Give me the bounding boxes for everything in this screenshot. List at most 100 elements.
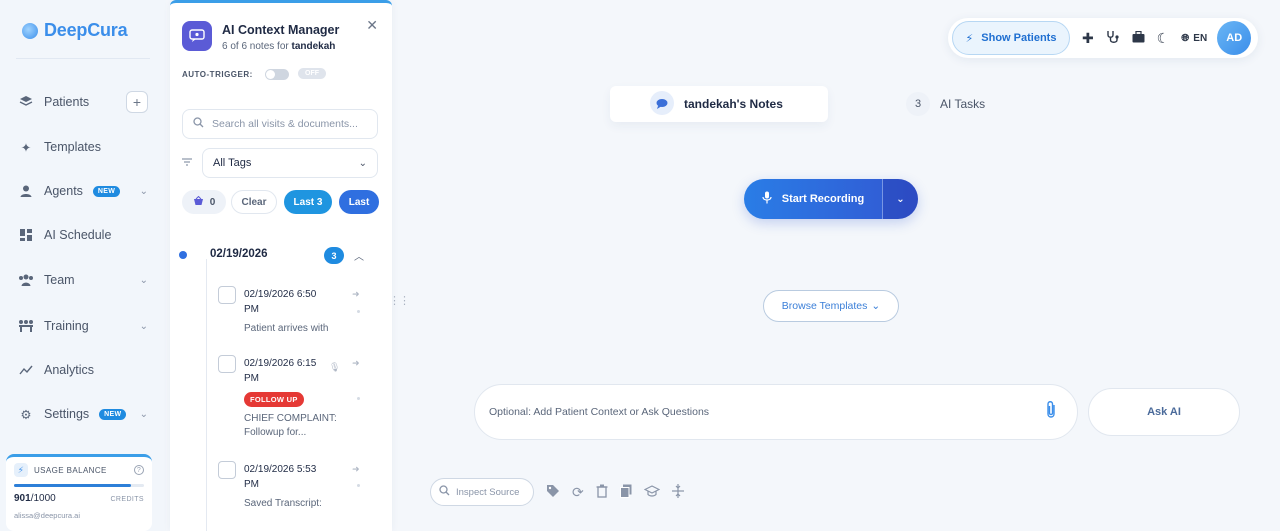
sidebar-item-templates[interactable]: ✦ Templates (18, 139, 148, 155)
ai-context-manager-panel: AI Context Manager 6 of 6 notes for tand… (170, 0, 392, 531)
recording-options-chevron-icon[interactable]: ⌄ (883, 179, 918, 219)
sidebar-item-label: Patients (44, 95, 90, 109)
sidebar-item-settings[interactable]: ⚙ Settings NEW ⌄ (18, 406, 148, 422)
split-icon[interactable] (671, 483, 684, 501)
new-badge: NEW (99, 408, 127, 420)
sidebar: DeepCura Patients + ✦ Templates Agents N… (0, 0, 166, 531)
note-checkbox[interactable] (218, 355, 236, 373)
sidebar-item-label: Analytics (44, 363, 95, 377)
clear-button[interactable]: Clear (231, 190, 277, 214)
sparkle-icon: ✦ (20, 140, 32, 155)
note-time: 02/19/2026 6:15 PM (244, 358, 317, 384)
panel-subtitle: 6 of 6 notes for tandekah (222, 41, 335, 52)
main-area: ⚡ Show Patients ✚ ☾ 🌐︎ EN AD tandekah's … (420, 0, 1280, 531)
sidebar-item-patients[interactable]: Patients + (18, 91, 148, 113)
usage-balance-card[interactable]: ⚡ USAGE BALANCE ? 901 /1000 CREDITS alis… (6, 454, 152, 531)
brand-logo[interactable]: DeepCura (22, 20, 128, 41)
plus-icon[interactable]: ✚ (1082, 30, 1094, 47)
subtitle-prefix: 6 of 6 notes for (222, 41, 289, 52)
search-input[interactable]: Search all visits & documents... (182, 109, 378, 139)
chevron-up-icon[interactable]: ︿ (354, 248, 364, 263)
chevron-down-icon: ⌄ (358, 157, 367, 169)
sidebar-item-label: Settings (44, 407, 90, 421)
sidebar-item-team[interactable]: Team ⌄ (18, 272, 148, 288)
sidebar-item-label: AI Schedule (44, 228, 112, 242)
avatar[interactable]: AD (1217, 21, 1252, 55)
start-recording-main[interactable]: Start Recording (744, 179, 882, 219)
note-time: 02/19/2026 5:53 PM (244, 464, 317, 490)
note-checkbox[interactable] (218, 286, 236, 304)
tags-selected: All Tags (213, 157, 252, 169)
arrow-right-icon[interactable]: ➜ (352, 358, 360, 369)
last-3-button[interactable]: Last 3 (284, 190, 332, 214)
divider (16, 58, 150, 59)
show-patients-button[interactable]: ⚡ Show Patients (952, 21, 1070, 55)
language-selector[interactable]: 🌐︎ EN (1181, 33, 1207, 44)
top-toolbar: ⚡ Show Patients ✚ ☾ 🌐︎ EN AD (948, 18, 1258, 58)
help-icon[interactable]: ? (134, 465, 144, 475)
refresh-icon[interactable]: ⟳ (572, 484, 584, 501)
start-recording-button[interactable]: Start Recording ⌄ (744, 179, 918, 219)
search-placeholder: Search all visits & documents... (212, 118, 358, 130)
tab-ai-tasks[interactable]: 3 AI Tasks (906, 92, 985, 116)
arrow-right-icon[interactable]: ➜ (352, 464, 360, 475)
agent-icon (18, 183, 34, 199)
stethoscope-icon[interactable] (1106, 30, 1120, 47)
briefcase-icon[interactable] (1132, 30, 1145, 46)
chevron-down-icon: ⌄ (139, 185, 148, 197)
panel-resize-handle[interactable]: ⋮⋮ (389, 296, 410, 307)
sidebar-item-analytics[interactable]: Analytics (18, 362, 148, 378)
ask-ai-button[interactable]: Ask AI (1088, 388, 1240, 436)
copy-icon[interactable] (619, 484, 632, 501)
usage-progress (14, 484, 144, 487)
sidebar-item-training[interactable]: Training ⌄ (18, 318, 148, 334)
moon-icon[interactable]: ☾ (1157, 30, 1170, 47)
sidebar-item-ai-schedule[interactable]: AI Schedule (18, 227, 148, 243)
tags-select[interactable]: All Tags ⌄ (202, 148, 378, 178)
user-email: alissa@deepcura.ai (14, 511, 80, 520)
sidebar-item-label: Agents (44, 184, 83, 198)
arrow-right-icon[interactable]: ➜ (352, 289, 360, 300)
filter-icon (182, 158, 192, 169)
paperclip-icon[interactable] (1045, 400, 1057, 425)
basket-count: 0 (209, 196, 216, 208)
tag-icon[interactable] (546, 484, 560, 501)
browse-templates-button[interactable]: Browse Templates ⌄ (763, 290, 899, 322)
microphone-icon: 🎙 (329, 362, 341, 372)
close-icon[interactable]: ✕ (366, 17, 378, 34)
usage-used: 901 (14, 493, 31, 504)
sidebar-item-agents[interactable]: Agents NEW ⌄ (18, 183, 148, 199)
basket-chip[interactable]: 0 (182, 190, 226, 214)
show-patients-label: Show Patients (981, 32, 1057, 44)
date-group-label[interactable]: 02/19/2026 (210, 248, 268, 260)
sidebar-item-label: Training (44, 319, 89, 333)
tasks-count: 3 (906, 92, 930, 116)
timeline-tick (357, 310, 360, 313)
timeline-dot (179, 251, 187, 259)
search-icon (439, 485, 450, 499)
last-button[interactable]: Last (339, 190, 379, 214)
browse-templates-label: Browse Templates (781, 300, 868, 312)
brand-name: DeepCura (44, 20, 128, 40)
inspect-source-button[interactable]: Inspect Source (430, 478, 534, 506)
inspect-source-label: Inspect Source (456, 486, 520, 498)
usage-label: USAGE BALANCE (34, 465, 107, 475)
patient-context-input[interactable]: Optional: Add Patient Context or Ask Que… (474, 384, 1078, 440)
auto-trigger-toggle[interactable] (265, 69, 289, 80)
trash-icon[interactable] (596, 484, 608, 501)
graduation-cap-icon[interactable] (643, 484, 661, 500)
note-preview: Patient arrives with (244, 323, 329, 334)
basket-icon (193, 195, 204, 209)
timeline-tick (357, 397, 360, 400)
bottom-toolbar: Inspect Source ⟳ (430, 478, 684, 506)
timeline-line (206, 259, 207, 531)
note-checkbox[interactable] (218, 461, 236, 479)
microphone-icon (762, 191, 772, 207)
add-patient-button[interactable]: + (126, 91, 148, 113)
note-preview: CHIEF COMPLAINT: Followup for... (244, 413, 337, 438)
logo-icon (22, 22, 38, 39)
globe-icon: 🌐︎ (1181, 32, 1190, 44)
credits-label: CREDITS (110, 496, 144, 503)
tab-notes[interactable]: tandekah's Notes (610, 86, 828, 122)
language-label: EN (1193, 32, 1208, 44)
